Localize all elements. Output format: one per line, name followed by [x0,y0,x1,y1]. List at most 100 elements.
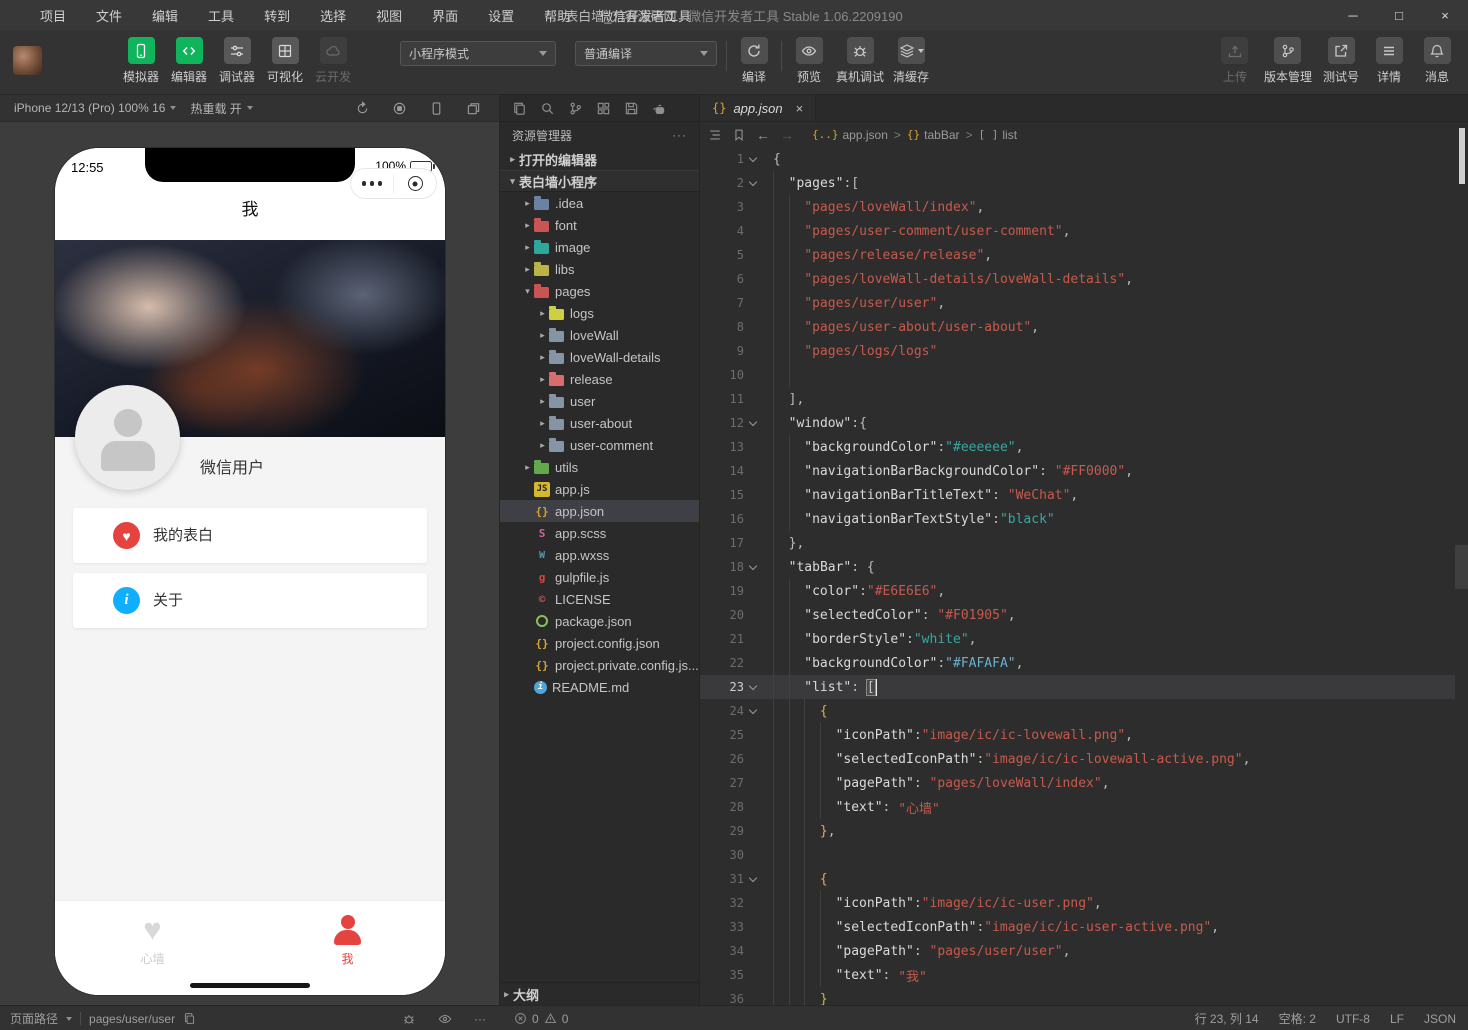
breadcrumb-item-tabBar[interactable]: {}tabBar [907,128,960,142]
preview-eye-icon[interactable] [438,1012,452,1026]
code-line-6[interactable]: 6"pages/loveWall-details/loveWall-detail… [700,267,1455,291]
code-line-23[interactable]: 23"list": [ [700,675,1455,699]
explorer-section--[interactable]: ▸打开的编辑器 [500,148,699,170]
outline-toggle-icon[interactable] [708,128,722,142]
tree-item-pages[interactable]: ▾pages [500,280,699,302]
code-line-7[interactable]: 7"pages/user/user", [700,291,1455,315]
code-line-3[interactable]: 3"pages/loveWall/index", [700,195,1455,219]
code-line-32[interactable]: 32"iconPath":"image/ic/ic-user.png", [700,891,1455,915]
branch-action-button[interactable]: 版本管理 [1260,37,1316,85]
toggle-phone-button[interactable]: 模拟器 [117,37,165,85]
code-line-36[interactable]: 36} [700,987,1455,1005]
tree-item-user-comment[interactable]: ▸user-comment [500,434,699,456]
code-line-14[interactable]: 14"navigationBarBackgroundColor": "#FF00… [700,459,1455,483]
code-line-9[interactable]: 9"pages/logs/logs" [700,339,1455,363]
exit-button[interactable] [394,176,436,191]
close-icon[interactable]: × [796,101,804,116]
eye-action-button[interactable]: 预览 [786,37,832,85]
toggle-grid-button[interactable]: 可视化 [261,37,309,85]
tree-item-project.config.json[interactable]: {}project.config.json [500,632,699,654]
explorer-section--[interactable]: ▾表白墙小程序 [500,170,699,192]
fold-chevron-icon[interactable] [744,878,761,881]
tree-item-loveWall-details[interactable]: ▸loveWall-details [500,346,699,368]
code-line-16[interactable]: 16"navigationBarTextStyle":"black" [700,507,1455,531]
tree-item-app.scss[interactable]: Sapp.scss [500,522,699,544]
code-line-34[interactable]: 34"pagePath": "pages/user/user", [700,939,1455,963]
external-action-button[interactable]: 测试号 [1318,37,1364,85]
device-select[interactable]: iPhone 12/13 (Pro) 100% 16 [14,101,176,115]
tree-item-user-about[interactable]: ▸user-about [500,412,699,434]
menu-item-3[interactable]: 工具 [208,6,234,25]
menu-item-6[interactable]: 视图 [376,6,402,25]
menu-item-1[interactable]: 文件 [96,6,122,25]
editor-scrollbar[interactable] [1455,122,1468,1005]
tree-item-logs[interactable]: ▸logs [500,302,699,324]
copy-icon[interactable] [183,1012,196,1025]
code-line-26[interactable]: 26"selectedIconPath":"image/ic/ic-lovewa… [700,747,1455,771]
menu-item-0[interactable]: 项目 [40,6,66,25]
mode-select[interactable]: 小程序模式 [400,41,556,66]
code-line-18[interactable]: 18"tabBar": { [700,555,1455,579]
tree-item-release[interactable]: ▸release [500,368,699,390]
status-item-4[interactable]: JSON [1424,1012,1456,1026]
code-line-30[interactable]: 30 [700,843,1455,867]
compile-mode-select[interactable]: 普通编译 [575,41,717,66]
more-icon[interactable]: ··· [672,128,687,142]
menu-card-0[interactable]: ♥我的表白 [73,508,427,563]
avatar[interactable] [75,385,180,490]
menu-item-8[interactable]: 设置 [488,6,514,25]
tree-item-image[interactable]: ▸image [500,236,699,258]
code-line-33[interactable]: 33"selectedIconPath":"image/ic/ic-user-a… [700,915,1455,939]
code-line-17[interactable]: 17}, [700,531,1455,555]
tab-app-json[interactable]: {} app.json × [700,95,816,121]
tree-item-project.private.config.js...[interactable]: {}project.private.config.js... [500,654,699,676]
menu-card-1[interactable]: i关于 [73,573,427,628]
tea-icon[interactable] [652,101,667,116]
tree-item-app.json[interactable]: {}app.json [500,500,699,522]
maximize-button[interactable]: □ [1376,0,1422,30]
fold-chevron-icon[interactable] [744,710,761,713]
code-line-10[interactable]: 10 [700,363,1455,387]
menu-item-2[interactable]: 编辑 [152,6,178,25]
tree-item-utils[interactable]: ▸utils [500,456,699,478]
minimize-button[interactable]: ─ [1330,0,1376,30]
hot-reload-select[interactable]: 热重载 开 [190,100,252,117]
code-line-21[interactable]: 21"borderStyle":"white", [700,627,1455,651]
code-line-11[interactable]: 11], [700,387,1455,411]
fold-chevron-icon[interactable] [744,566,761,569]
navigate-forward-icon[interactable]: → [780,127,794,143]
layers-action-button[interactable]: 清缓存 [888,37,934,85]
tree-item-user[interactable]: ▸user [500,390,699,412]
tree-item-README.md[interactable]: iREADME.md [500,676,699,698]
list-action-button[interactable]: 详情 [1366,37,1412,85]
code-line-19[interactable]: 19"color":"#E6E6E6", [700,579,1455,603]
code-line-2[interactable]: 2"pages":[ [700,171,1455,195]
navigate-back-icon[interactable]: ← [756,127,770,143]
tree-item-LICENSE[interactable]: ©LICENSE [500,588,699,610]
record-icon[interactable] [392,101,407,116]
menu-item-9[interactable]: 帮助 [544,6,570,25]
fold-chevron-icon[interactable] [744,182,761,185]
tree-item-loveWall[interactable]: ▸loveWall [500,324,699,346]
code-line-22[interactable]: 22"backgroundColor":"#FAFAFA", [700,651,1455,675]
scrollbar-thumb[interactable] [1459,128,1465,184]
breadcrumb-item-app.json[interactable]: {..}app.json [812,128,888,142]
code-line-28[interactable]: 28"text": "心墙" [700,795,1455,819]
tree-item-font[interactable]: ▸font [500,214,699,236]
code-line-29[interactable]: 29}, [700,819,1455,843]
code-line-4[interactable]: 4"pages/user-comment/user-comment", [700,219,1455,243]
rotate-icon[interactable] [355,101,370,116]
page-path-label[interactable]: 页面路径 [10,1010,58,1027]
code-line-15[interactable]: 15"navigationBarTitleText": "WeChat", [700,483,1455,507]
code-area[interactable]: 1{2"pages":[3"pages/loveWall/index",4"pa… [700,147,1455,1005]
fold-chevron-icon[interactable] [744,686,761,689]
code-line-5[interactable]: 5"pages/release/release", [700,243,1455,267]
files-icon[interactable] [512,101,527,116]
tree-item-libs[interactable]: ▸libs [500,258,699,280]
status-item-0[interactable]: 行 23, 列 14 [1195,1010,1259,1027]
extensions-icon[interactable] [596,101,611,116]
menu-item-5[interactable]: 选择 [320,6,346,25]
code-line-25[interactable]: 25"iconPath":"image/ic/ic-lovewall.png", [700,723,1455,747]
tree-item-gulpfile.js[interactable]: ggulpfile.js [500,566,699,588]
bug-action-button[interactable]: 真机调试 [832,37,888,85]
